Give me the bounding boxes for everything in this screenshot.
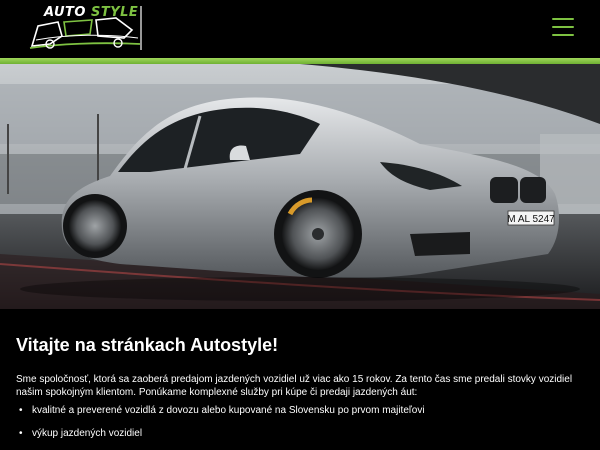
license-plate-text: M AL 5247 — [507, 214, 555, 225]
services-list-item: kvalitné a preverené vozidlá z dovozu al… — [16, 405, 584, 417]
car-photo-illustration: M AL 5247 — [0, 64, 600, 309]
logo-word-style: STYLE — [90, 5, 139, 20]
site-header: AUTO STYLE — [0, 0, 600, 58]
welcome-title: Vitajte na stránkach Autostyle! — [16, 335, 279, 355]
hamburger-menu-icon[interactable] — [552, 18, 574, 38]
intro-paragraph: Sme spoločnosť, ktorá sa zaoberá predajo… — [16, 374, 573, 398]
intro-section: Vitajte na stránkach Autostyle! Sme spol… — [0, 309, 600, 440]
logo-text: AUTO STYLE — [44, 5, 138, 20]
hero-car-image: M AL 5247 — [0, 64, 600, 309]
services-list-item: výkup jazdených vozidiel — [16, 428, 584, 440]
autostyle-logo[interactable]: AUTO STYLE — [28, 4, 144, 52]
logo-word-auto: AUTO — [44, 5, 86, 20]
services-list: kvalitné a preverené vozidlá z dovozu al… — [16, 405, 584, 440]
